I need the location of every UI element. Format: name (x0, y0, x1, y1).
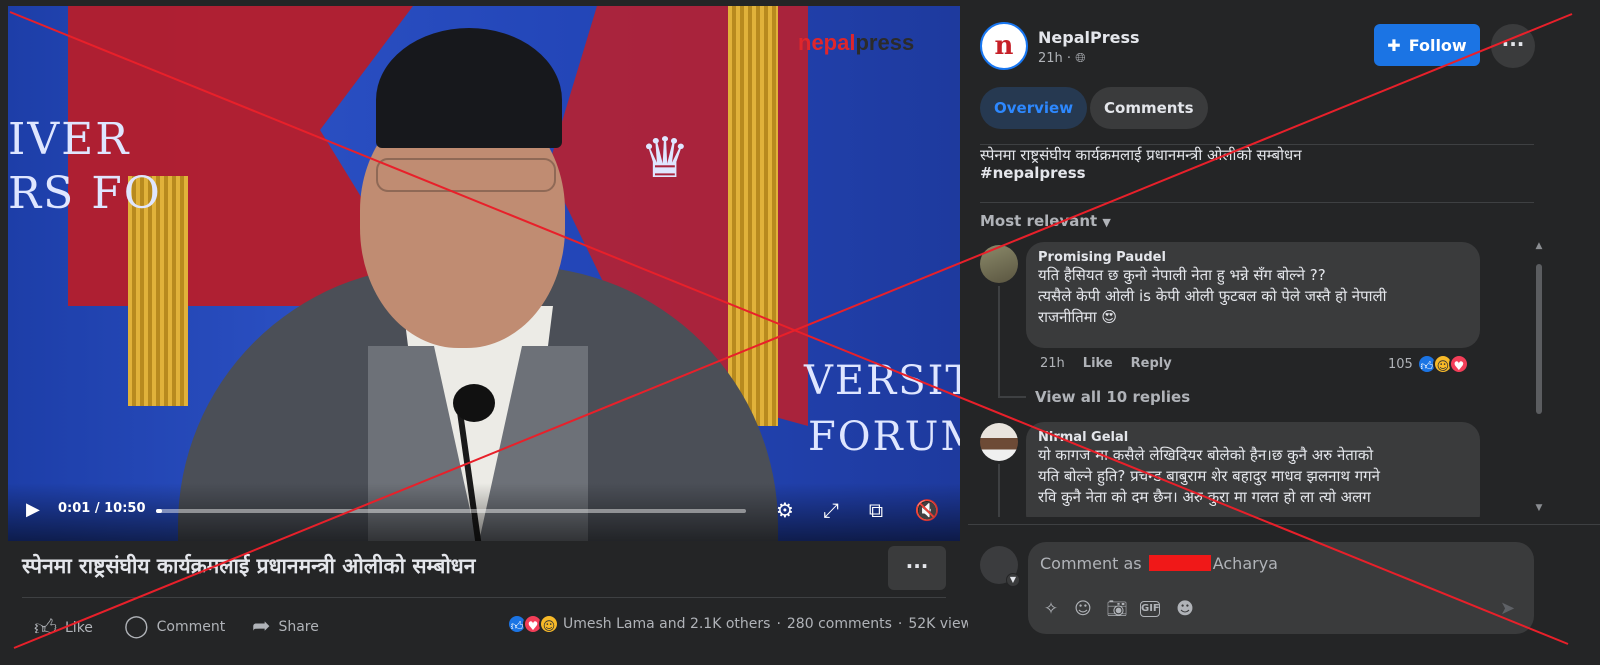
globe-icon: 🌐︎ (1075, 51, 1086, 66)
comments-scrollbar[interactable]: ▲ ▼ (1535, 240, 1543, 515)
backdrop-text-4: FORUM (808, 414, 960, 460)
comment-text-line: यति हैसियत छ कुनो नेपाली नेता हु भन्ने स… (1038, 266, 1326, 284)
follow-icon: ✚ (1387, 35, 1401, 55)
comments-count[interactable]: 280 comments (787, 616, 892, 632)
scroll-down-icon[interactable]: ▼ (1535, 504, 1543, 513)
divider (980, 202, 1534, 203)
video-player[interactable]: IVER RS FO VERSITY FORUM ♛ nepalpress ▶ … (8, 6, 960, 541)
follow-button[interactable]: ✚ Follow (1374, 24, 1480, 66)
tab-overview[interactable]: Overview (980, 87, 1088, 129)
comment-like-button[interactable]: Like (1083, 356, 1113, 371)
video-time: 0:01 / 10:50 (58, 501, 146, 516)
speaker-glasses (376, 158, 556, 192)
caret-down-icon: ▼ (1102, 216, 1111, 229)
thread-connector (998, 396, 1026, 398)
page-name[interactable]: NepalPress (1038, 28, 1140, 47)
divider (968, 524, 1600, 525)
comments-list: Promising Paudel यति हैसियत छ कुनो नेपाल… (968, 240, 1568, 517)
commenter-name[interactable]: Promising Paudel (1038, 250, 1468, 265)
comment-button[interactable]: ◯ Comment (124, 614, 225, 639)
flag-fringe-right (728, 6, 778, 426)
sort-dropdown[interactable]: Most relevant ▼ (980, 212, 1111, 230)
haha-reaction-icon: ☺ (539, 614, 559, 634)
comment-bubble: Promising Paudel यति हैसियत छ कुनो नेपाल… (1026, 242, 1480, 348)
video-title: स्पेनमा राष्ट्रसंघीय कार्यक्रमलाई प्रधान… (22, 554, 476, 578)
comment-reaction-count: 105 (1388, 356, 1413, 372)
comment-time[interactable]: 21h (1040, 356, 1065, 371)
comment-text-line: त्यसैले केपी ओली is केपी ओली फुटबल को पे… (1038, 287, 1387, 305)
separator-dot: · (897, 616, 903, 632)
comment-bubble: Nirmal Gelal यो कागज मा कसैले लेखिदियर ब… (1026, 422, 1480, 517)
commenter-avatar[interactable] (980, 245, 1018, 283)
backdrop-text-3: VERSITY (804, 358, 960, 404)
thread-line (998, 286, 1000, 398)
follow-label: Follow (1408, 35, 1467, 55)
more-options-button[interactable]: ··· (1491, 24, 1535, 68)
divider (22, 597, 946, 598)
scroll-up-icon[interactable]: ▲ (1535, 242, 1543, 251)
camera-icon[interactable]: 📷︎ (1106, 598, 1128, 620)
comment-label: Comment (156, 618, 226, 635)
send-icon[interactable]: ➤ (1500, 598, 1515, 619)
comment-text-line: रवि कुनै नेता को दम छैन। अरु कुरा मा गलत… (1038, 488, 1371, 506)
comment-bubble-icon: ◯ (124, 614, 149, 639)
reactors-text[interactable]: Umesh Lama and 2.1K others (563, 616, 770, 632)
nepalpress-watermark: nepalpress (798, 30, 915, 55)
microphone (453, 384, 495, 422)
like-label: Like (65, 619, 93, 636)
post-caption: स्पेनमा राष्ट्रसंघीय कार्यक्रमलाई प्रधान… (980, 146, 1302, 164)
view-replies-link[interactable]: View all 10 replies (1035, 388, 1190, 406)
comment-text-line: यो कागज मा कसैले लेखिदियर बोलेको हैन।छ क… (1038, 446, 1374, 464)
more-options-button[interactable]: ··· (888, 546, 946, 590)
share-button[interactable]: ➦ Share (252, 614, 319, 639)
sticker-icon[interactable]: ☻ (1174, 598, 1196, 620)
comment-reactions[interactable]: 105 👍︎ ☺ ♥ (1388, 354, 1469, 374)
scroll-thumb[interactable] (1536, 264, 1542, 414)
fullscreen-icon[interactable]: ⤢ (816, 495, 846, 525)
settings-gear-icon[interactable]: ⚙ (770, 495, 800, 525)
share-label: Share (278, 618, 319, 635)
backdrop-text-1: IVER (8, 114, 131, 165)
progress-fill (156, 509, 162, 513)
video-controls: ▶ 0:01 / 10:50 ⚙ ⤢ ⧉ 🔇 (8, 483, 960, 541)
commenter-avatar[interactable] (980, 423, 1018, 461)
redaction-box (1148, 555, 1211, 571)
separator-dot: · (776, 616, 781, 632)
crown-icon: ♛ (639, 126, 691, 191)
comment-input[interactable]: Comment as Acharya (1040, 554, 1278, 573)
comment-meta: 21h Like Reply (1040, 356, 1172, 371)
commenter-name[interactable]: Nirmal Gelal (1038, 430, 1468, 445)
comment-composer[interactable]: Comment as Acharya ✧ ☺ 📷︎ GIF ☻ ➤ (1028, 542, 1534, 634)
composer-suffix: Acharya (1212, 554, 1278, 573)
comments-panel: n NepalPress 21h · 🌐︎ ✚ Follow ··· Overv… (968, 0, 1600, 665)
gif-icon[interactable]: GIF (1140, 601, 1160, 617)
picture-in-picture-icon[interactable]: ⧉ (861, 495, 891, 525)
comment-text-line: यति बोल्ने हुति? प्रचन्ड बाबुराम शेर बहा… (1038, 467, 1380, 485)
progress-bar[interactable] (156, 509, 746, 513)
mute-icon[interactable]: 🔇 (912, 495, 942, 525)
thumbs-up-icon: 👍︎ (34, 616, 57, 641)
post-time: 21h · 🌐︎ (1038, 51, 1086, 66)
hashtag-link[interactable]: #nepalpress (980, 164, 1086, 182)
comment-reply-button[interactable]: Reply (1131, 356, 1172, 371)
video-post-panel: IVER RS FO VERSITY FORUM ♛ nepalpress ▶ … (0, 0, 980, 665)
play-icon[interactable]: ▶ (26, 499, 48, 521)
thread-line (998, 464, 1000, 517)
like-button[interactable]: 👍︎ Like (34, 614, 93, 641)
speaker-cap (376, 28, 562, 148)
love-reaction-icon: ♥ (1448, 354, 1469, 374)
composer-prefix: Comment as (1040, 554, 1142, 573)
tab-comments[interactable]: Comments (1090, 87, 1208, 129)
reaction-summary[interactable]: 👍︎ ♥ ☺ Umesh Lama and 2.1K others · 280 … (507, 614, 979, 634)
backdrop-text-2: RS FO (8, 168, 162, 219)
comment-text-line: राजनीतिमा 😍 (1038, 308, 1118, 326)
chevron-down-icon[interactable]: ▼ (1006, 573, 1020, 587)
share-arrow-icon: ➦ (252, 614, 271, 639)
avatar-sticker-icon[interactable]: ✧ (1040, 598, 1062, 620)
page-avatar[interactable]: n (980, 22, 1028, 70)
emoji-icon[interactable]: ☺ (1072, 598, 1094, 620)
